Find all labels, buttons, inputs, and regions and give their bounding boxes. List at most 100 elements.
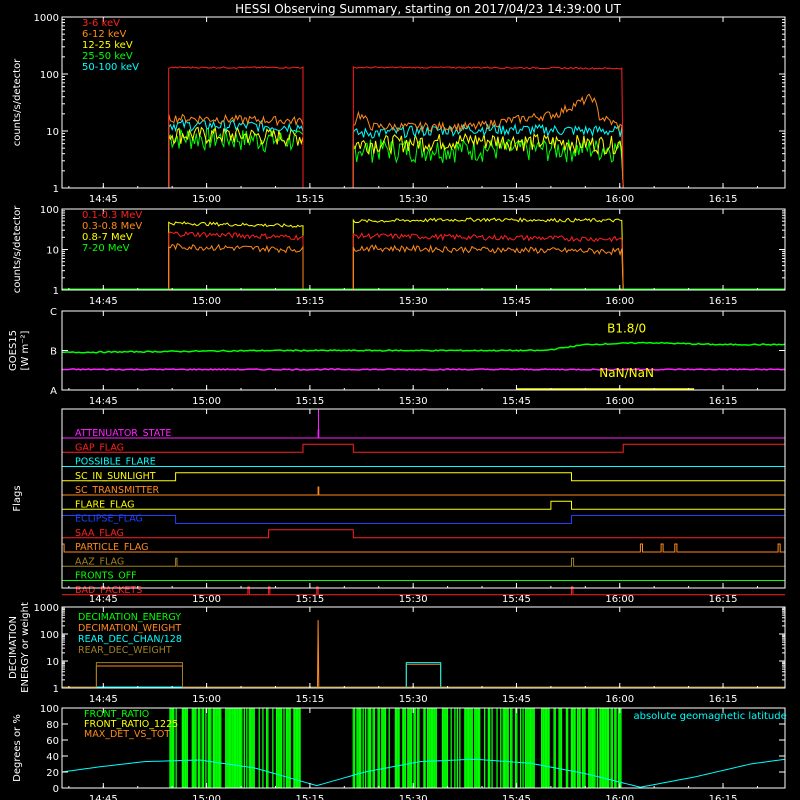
y-tick-label: 10	[46, 127, 59, 138]
x-tick-label: 15:45	[502, 296, 531, 307]
legend-entry: 0.1-0.3 MeV	[82, 210, 142, 221]
xray-panel: 14:45 15:00 15:15 15:30 15:45 16:00 16:15 count…	[12, 13, 786, 205]
y-axis-label: counts/s/detector	[12, 205, 23, 293]
ratio-panel: 14:45 15:00 15:15 15:30 15:45 16:00 16:15 Degre…	[12, 704, 787, 800]
x-tick-label: 16:15	[709, 594, 738, 605]
y-tick-label: 20	[46, 768, 59, 779]
legend-entry: REAR_DEC_WEIGHT	[78, 645, 172, 656]
y-tick-label: 10	[46, 657, 59, 668]
y-tick-label: 1	[53, 184, 59, 195]
series-line	[168, 243, 304, 290]
x-tick-label: 15:15	[295, 396, 324, 407]
x-tick-label: 14:45	[89, 794, 118, 800]
legend-entry: 6-12 keV	[82, 29, 126, 40]
geomag-annotation: absolute geomagnetic latitude	[634, 711, 787, 722]
y-tick-label: 1	[53, 684, 59, 695]
x-tick-label: 15:30	[399, 296, 428, 307]
series-line	[352, 244, 624, 291]
x-tick-label: 15:15	[295, 794, 324, 800]
flag-line	[62, 472, 785, 482]
legend-entry: 25-50 keV	[82, 51, 133, 62]
decimation-panel: 14:45 15:00 15:15 15:30 15:45 16:00 16:15 DECIM…	[8, 602, 786, 705]
x-tick-label: 15:30	[399, 794, 428, 800]
flag-label: SC_IN_SUNLIGHT	[75, 471, 156, 482]
x-tick-label: 16:00	[605, 194, 634, 205]
y-tick-label: 80	[46, 720, 59, 731]
series-line	[168, 113, 304, 188]
series-line	[168, 231, 304, 290]
flag-line	[62, 486, 785, 496]
gamma-panel: 14:45 15:00 15:15 15:30 15:45 16:00 16:15 count…	[12, 205, 786, 307]
chart-title: HESSI Observing Summary, starting on 201…	[235, 2, 621, 16]
x-tick-label: 14:45	[89, 694, 118, 705]
x-tick-label: 16:00	[605, 794, 634, 800]
x-tick-label: 15:15	[295, 194, 324, 205]
y-tick-label: 100	[40, 630, 59, 641]
legend-entry: REAR_DEC_CHAN/128	[78, 634, 182, 645]
x-tick-label: 15:00	[192, 594, 221, 605]
flag-label: SC_TRANSMITTER	[75, 485, 160, 496]
x-tick-label: 15:15	[295, 296, 324, 307]
flag-label: GAP_FLAG	[75, 442, 124, 453]
y-axis-label-2: [W m⁻²]	[20, 330, 31, 370]
y-axis-label-2: ENERGY or weight	[20, 602, 31, 693]
x-tick-label: 16:00	[605, 594, 634, 605]
legend-entry: 7-20 MeV	[82, 243, 130, 254]
y-tick-label: 0	[53, 784, 59, 795]
legend-entry: 0.3-0.8 MeV	[82, 221, 142, 232]
x-tick-label: 16:00	[605, 694, 634, 705]
y-axis-label: DECIMATION	[8, 616, 19, 679]
series-line	[352, 232, 624, 291]
panel-frame	[61, 16, 786, 189]
x-tick-label: 15:00	[192, 194, 221, 205]
y-axis-label: GOES15	[8, 330, 19, 371]
flag-line	[61, 515, 786, 524]
y-tick-label: 60	[46, 736, 59, 747]
series-line	[168, 118, 304, 188]
goes-level-label: B1.8/0	[607, 322, 646, 336]
series-line	[352, 123, 624, 189]
x-tick-label: 15:15	[295, 594, 324, 605]
goes-level-label: NaN/NaN	[599, 366, 654, 380]
flag-label: ATTENUATOR_STATE	[75, 428, 171, 439]
x-tick-label: 16:15	[709, 396, 738, 407]
y-tick-label: 1	[53, 286, 59, 297]
x-tick-label: 15:45	[502, 794, 531, 800]
flag-label: POSSIBLE_FLARE	[75, 457, 156, 468]
x-tick-label: 14:45	[89, 396, 118, 407]
x-tick-label: 14:45	[89, 296, 118, 307]
flag-label: FRONTS_OFF	[75, 571, 137, 582]
series-line	[62, 368, 785, 371]
y-tick-label: 1000	[34, 603, 59, 614]
y-tick-label: 1000	[34, 13, 59, 24]
y-tick-label: 100	[40, 70, 59, 81]
y-axis-label: Degrees or %	[12, 714, 23, 782]
y-tick-label: B	[50, 347, 57, 358]
x-tick-label: 16:15	[709, 694, 738, 705]
y-axis-label: counts/s/detector	[12, 58, 23, 146]
flag-label: PARTICLE_FLAG	[75, 542, 148, 553]
series-line	[352, 132, 624, 189]
x-tick-label: 15:00	[192, 794, 221, 800]
flag-label: FLARE_FLAG	[75, 499, 135, 510]
x-tick-label: 15:15	[295, 694, 324, 705]
x-tick-label: 15:30	[399, 694, 428, 705]
series-line	[168, 221, 304, 290]
legend-entry: 0.8-7 MeV	[82, 232, 133, 243]
series-line	[352, 217, 624, 291]
flag-line	[62, 557, 785, 567]
x-tick-label: 15:45	[502, 694, 531, 705]
x-tick-label: 14:45	[89, 194, 118, 205]
x-tick-label: 15:45	[502, 396, 531, 407]
y-tick-label: 100	[40, 205, 59, 216]
x-tick-label: 15:30	[399, 396, 428, 407]
flag-label: ECLIPSE_FLAG	[75, 514, 143, 525]
x-tick-label: 16:15	[709, 794, 738, 800]
x-tick-label: 16:00	[605, 296, 634, 307]
y-axis-label: Flags	[12, 485, 23, 511]
flags-panel: ATTENUATOR_STATE GAP_FLAG POSSIBLE_FLARE SC…	[12, 408, 786, 605]
legend-entry: DECIMATION_WEIGHT	[78, 623, 181, 634]
series-line	[61, 341, 786, 354]
y-tick-label: 40	[46, 752, 59, 763]
y-tick-label: A	[50, 386, 57, 397]
